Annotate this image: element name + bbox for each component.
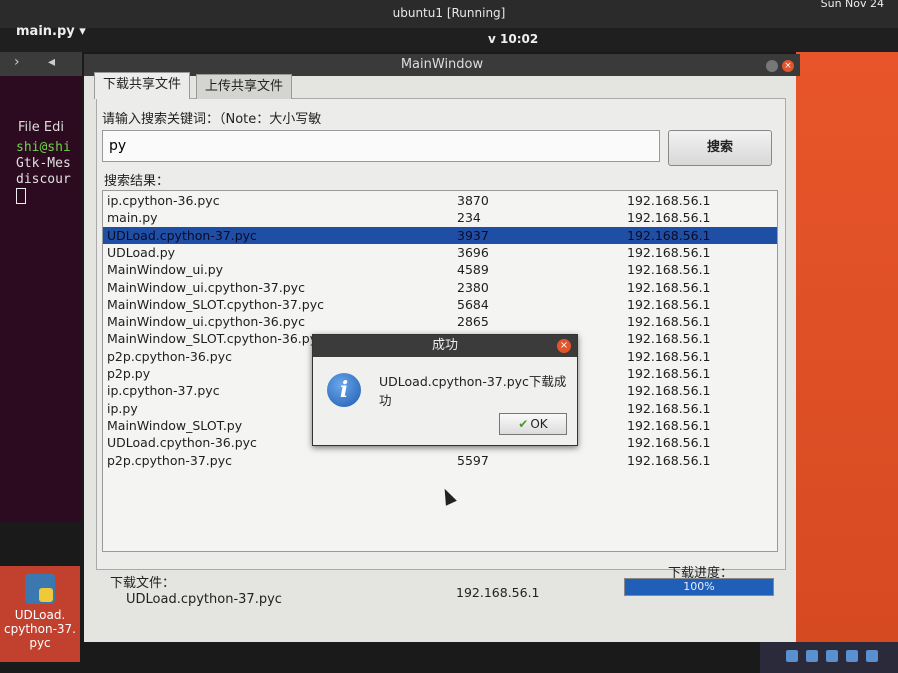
ip-cell: 192.168.56.1 [627, 210, 711, 226]
tray-icon[interactable] [806, 650, 818, 662]
ip-cell: 192.168.56.1 [627, 296, 711, 312]
triangle-left-icon[interactable]: ◂ [48, 54, 55, 70]
ubuntu-top-panel: main.py ▾ v 10:02 [0, 24, 898, 52]
ok-button[interactable]: ✔ OK [499, 413, 567, 435]
progress-text: 100% [683, 580, 715, 593]
desktop-file-icon[interactable]: UDLoad. cpython-37. pyc [0, 566, 80, 662]
download-file-ip: 192.168.56.1 [456, 585, 540, 600]
table-row[interactable]: p2p.cpython-37.pyc 5597 192.168.56.1 [103, 452, 777, 469]
file-size-cell: 3696 [457, 244, 489, 260]
file-name-cell: MainWindow_ui.cpython-36.pyc [107, 314, 305, 330]
tray-icon[interactable] [866, 650, 878, 662]
ip-cell: 192.168.56.1 [627, 452, 711, 468]
file-size-cell: 5597 [457, 452, 489, 468]
desktop-icon-label: UDLoad. [14, 608, 66, 622]
active-app-menu[interactable]: main.py ▾ [16, 24, 86, 39]
desktop-icon-label: pyc [29, 636, 51, 650]
file-name-cell: p2p.cpython-36.pyc [107, 348, 232, 364]
desktop-wallpaper [796, 52, 898, 642]
table-row[interactable]: MainWindow_SLOT.cpython-37.pyc 5684 192.16… [103, 296, 777, 313]
ip-cell: 192.168.56.1 [627, 348, 711, 364]
file-name-cell: UDLoad.cpython-36.pyc [107, 435, 257, 451]
ip-cell: 192.168.56.1 [627, 262, 711, 278]
dialog-message: UDLoad.cpython-37.pyc下载成功 [379, 374, 567, 408]
search-button[interactable]: 搜索 [668, 130, 772, 166]
ip-cell: 192.168.56.1 [627, 331, 711, 347]
table-row[interactable]: MainWindow_ui.cpython-36.pyc 2865 192.168.… [103, 313, 777, 330]
ip-cell: 192.168.56.1 [627, 400, 711, 416]
file-size-cell: 4589 [457, 262, 489, 278]
file-size-cell: 234 [457, 210, 481, 226]
ip-cell: 192.168.56.1 [627, 227, 711, 243]
file-name-cell: p2p.cpython-37.pyc [107, 452, 232, 468]
table-row[interactable]: ip.cpython-36.pyc 3870 192.168.56.1 [103, 192, 777, 209]
chevron-right-icon[interactable]: › [14, 54, 20, 70]
file-name-cell: MainWindow_SLOT.cpython-36.pyc [107, 331, 324, 347]
panel-clock[interactable]: v 10:02 [488, 32, 538, 46]
ip-cell: 192.168.56.1 [627, 366, 711, 381]
file-name-cell: ip.cpython-36.pyc [107, 193, 220, 208]
results-label: 搜索结果： [104, 174, 170, 189]
file-name-cell: UDLoad.py [107, 244, 176, 260]
terminal-nav: › ◂ [0, 52, 82, 76]
host-clock: Sun Nov 24 [820, 0, 884, 10]
download-file-label: 下载文件： [110, 576, 176, 591]
file-name-cell: ip.cpython-37.pyc [107, 383, 220, 399]
ip-cell: 192.168.56.1 [627, 435, 711, 451]
tab-download-shared[interactable]: 下载共享文件 [94, 72, 191, 99]
success-dialog: 成功 × i UDLoad.cpython-37.pyc下载成功 ✔ OK [312, 334, 578, 446]
terminal-cursor [16, 188, 26, 204]
tray-icon[interactable] [786, 650, 798, 662]
file-size-cell: 2865 [457, 314, 489, 330]
desktop-icon-label: cpython-37. [4, 622, 76, 636]
file-name-cell: ip.py [107, 400, 138, 416]
table-row[interactable]: UDLoad.py 3696 192.168.56.1 [103, 244, 777, 261]
tab-upload-shared[interactable]: 上传共享文件 [196, 74, 293, 99]
file-name-cell: p2p.py [107, 366, 151, 381]
search-prompt-label: 请输入搜索关键词：（Note：大小写敏 [102, 112, 322, 127]
terminal-line: shi@shi [16, 140, 71, 155]
download-file-name: UDLoad.cpython-37.pyc [126, 592, 282, 607]
main-window-titlebar[interactable]: MainWindow [84, 54, 800, 76]
tray-icon[interactable] [846, 650, 858, 662]
file-name-cell: UDLoad.cpython-37.pyc [107, 227, 257, 243]
info-icon: i [327, 373, 361, 407]
ip-cell: 192.168.56.1 [627, 383, 711, 399]
table-row[interactable]: main.py 234 192.168.56.1 [103, 209, 777, 226]
terminal-line: discour [16, 172, 71, 187]
checkmark-icon: ✔ [518, 417, 529, 431]
close-icon[interactable]: × [782, 60, 794, 72]
file-size-cell: 2380 [457, 279, 489, 295]
file-name-cell: main.py [107, 210, 158, 226]
ip-cell: 192.168.56.1 [627, 417, 711, 433]
tray-icon[interactable] [826, 650, 838, 662]
vm-title: ubuntu1 [Running] [392, 6, 506, 20]
ip-cell: 192.168.56.1 [627, 193, 711, 208]
dialog-title[interactable]: 成功 [313, 335, 577, 357]
search-input[interactable] [102, 130, 660, 162]
table-row[interactable]: MainWindow_ui.py 4589 192.168.56.1 [103, 261, 777, 278]
file-size-cell: 5684 [457, 296, 489, 312]
vm-titlebar: ubuntu1 [Running] Sun Nov 24 [0, 0, 898, 28]
ok-label: OK [530, 417, 548, 431]
system-tray [760, 642, 898, 673]
table-row[interactable]: UDLoad.cpython-37.pyc 3937 192.168.56.1 [103, 226, 777, 244]
file-name-cell: MainWindow_ui.cpython-37.pyc [107, 279, 305, 295]
terminal-line: Gtk-Mes [16, 156, 71, 171]
ip-cell: 192.168.56.1 [627, 314, 711, 330]
file-name-cell: MainWindow_SLOT.py [107, 417, 243, 433]
file-size-cell: 3870 [457, 193, 489, 208]
file-name-cell: MainWindow_ui.py [107, 262, 224, 278]
file-size-cell: 3937 [457, 227, 489, 243]
download-progress-bar: 100% [624, 578, 774, 596]
table-row[interactable]: MainWindow_ui.cpython-37.pyc 2380 192.168.… [103, 279, 777, 296]
ip-cell: 192.168.56.1 [627, 279, 711, 295]
python-file-icon [25, 574, 55, 604]
ip-cell: 192.168.56.1 [627, 244, 711, 260]
dialog-close-icon[interactable]: × [557, 339, 571, 353]
terminal-menu[interactable]: File Edi [18, 120, 64, 135]
minimize-icon[interactable] [766, 60, 778, 72]
file-name-cell: MainWindow_SLOT.cpython-37.pyc [107, 296, 324, 312]
